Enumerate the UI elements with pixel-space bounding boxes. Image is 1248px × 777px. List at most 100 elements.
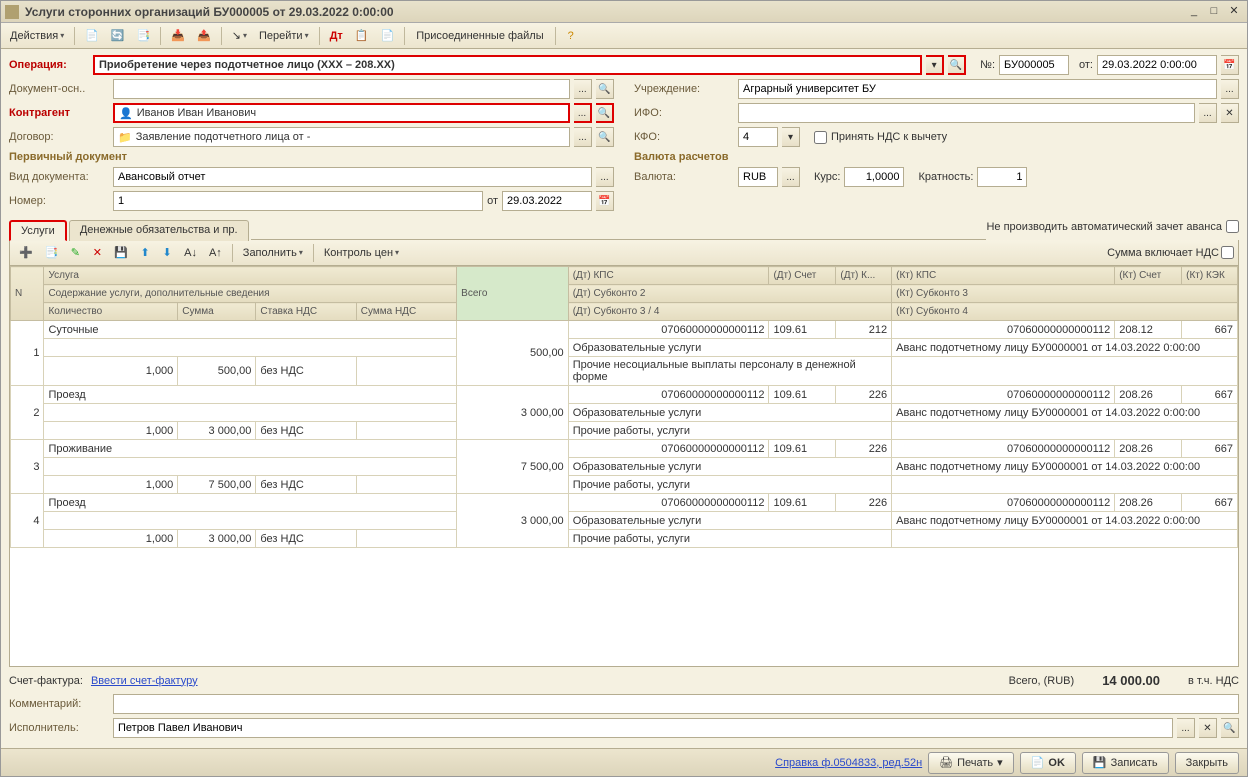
contract-field[interactable]: 📁 Заявление подотчетного лица от - (113, 127, 570, 147)
executor-search[interactable]: 🔍 (1221, 718, 1239, 738)
executor-lookup[interactable]: ... (1177, 718, 1195, 738)
invoice-link[interactable]: Ввести счет-фактуру (91, 675, 198, 687)
app-icon (5, 5, 19, 19)
tb-icon-2[interactable]: 🔄 (106, 26, 130, 46)
mult-field[interactable] (977, 167, 1027, 187)
tb-icon-9[interactable]: 📄 (376, 26, 400, 46)
tb-icon-7[interactable]: Дт (325, 26, 348, 46)
invoice-label: Счет-фактура: (9, 675, 83, 687)
move-up-icon[interactable]: ⬆ (135, 243, 155, 263)
institution-lookup[interactable]: ... (1221, 79, 1239, 99)
move-down-icon[interactable]: ⬇ (157, 243, 177, 263)
executor-clear[interactable]: ✕ (1199, 718, 1217, 738)
tb-icon-3[interactable]: 📑 (132, 26, 156, 46)
rate-label: Курс: (814, 171, 840, 183)
contractor-lookup[interactable]: ... (574, 103, 592, 123)
ifo-label: ИФО: (634, 107, 734, 119)
doc-osn-search[interactable]: 🔍 (596, 79, 614, 99)
num-field[interactable] (999, 55, 1069, 75)
currency-title: Валюта расчетов (634, 151, 1239, 163)
ifo-clear[interactable]: ✕ (1221, 103, 1239, 123)
number-field[interactable] (113, 191, 483, 211)
sum-includes-vat-label: Сумма включает НДС (1107, 247, 1219, 259)
institution-label: Учреждение: (634, 83, 734, 95)
attachments-link[interactable]: Присоединенные файлы (410, 30, 549, 42)
grid-toolbar: ➕ 📑 ✎ ✕ 💾 ⬆ ⬇ A↓ A↑ Заполнить▾ Контроль … (9, 240, 1239, 266)
kfo-dropdown[interactable]: ▾ (782, 127, 800, 147)
price-control-menu[interactable]: Контроль цен▾ (319, 243, 404, 263)
contractor-label: Контрагент (9, 107, 109, 119)
contractor-field[interactable]: 👤 Иванов Иван Иванович (113, 103, 570, 123)
tab-obligations[interactable]: Денежные обязательства и пр. (69, 220, 249, 241)
currency-label: Валюта: (634, 171, 734, 183)
sort-asc-icon[interactable]: A↓ (179, 243, 202, 263)
comment-label: Комментарий: (9, 698, 109, 710)
save-row-icon[interactable]: 💾 (109, 243, 133, 263)
add-row-icon[interactable]: ➕ (14, 243, 38, 263)
person-icon: 👤 (119, 107, 133, 120)
maximize-button[interactable]: □ (1205, 4, 1223, 20)
accept-vat-label: Принять НДС к вычету (831, 131, 947, 143)
accept-vat-checkbox[interactable] (814, 131, 827, 144)
delete-row-icon[interactable]: ✕ (87, 243, 107, 263)
operation-dropdown[interactable]: ▾ (926, 55, 944, 75)
total-value: 14 000.00 (1102, 673, 1160, 688)
statusbar: Справка ф.0504833, ред.52н 🖨 Печать ▾ 📄 … (1, 748, 1247, 776)
main-toolbar: Действия▾ 📄 🔄 📑 📥 📤 ↘▾ Перейти▾ Дт 📋 📄 П… (1, 23, 1247, 49)
doc-osn-field[interactable] (113, 79, 570, 99)
kfo-label: КФО: (634, 131, 734, 143)
rate-field[interactable] (844, 167, 904, 187)
sum-includes-vat-checkbox[interactable] (1221, 246, 1234, 259)
minimize-button[interactable]: _ (1185, 4, 1203, 20)
help-icon[interactable]: ? (561, 26, 581, 46)
institution-field[interactable] (738, 79, 1217, 99)
operation-lookup[interactable]: 🔍 (948, 55, 966, 75)
operation-field[interactable]: Приобретение через подотчетное лицо (XXX… (93, 55, 922, 75)
save-button[interactable]: 💾 Записать (1082, 752, 1169, 774)
doc-date-field[interactable] (502, 191, 592, 211)
doc-type-field[interactable] (113, 167, 592, 187)
comment-field[interactable] (113, 694, 1239, 714)
contractor-search[interactable]: 🔍 (596, 103, 614, 123)
mult-label: Кратность: (918, 171, 973, 183)
titlebar: Услуги сторонних организаций БУ000005 от… (1, 1, 1247, 23)
operation-label: Операция: (9, 59, 89, 71)
tb-icon-6[interactable]: ↘▾ (227, 26, 252, 46)
close-button[interactable]: ✕ (1225, 4, 1243, 20)
close-window-button[interactable]: Закрыть (1175, 752, 1239, 774)
contract-lookup[interactable]: ... (574, 127, 592, 147)
copy-row-icon[interactable]: 📑 (40, 243, 64, 263)
services-grid[interactable]: N Услуга Едини... Всего (Дт) КПС (Дт) Сч… (9, 266, 1239, 667)
ifo-lookup[interactable]: ... (1199, 103, 1217, 123)
date-picker-icon[interactable]: 📅 (1221, 55, 1239, 75)
date-field[interactable] (1097, 55, 1217, 75)
edit-row-icon[interactable]: ✎ (65, 243, 85, 263)
number-label: Номер: (9, 195, 109, 207)
executor-label: Исполнитель: (9, 722, 109, 734)
fill-menu[interactable]: Заполнить▾ (238, 243, 308, 263)
sort-desc-icon[interactable]: A↑ (204, 243, 227, 263)
primary-doc-title: Первичный документ (9, 151, 614, 163)
currency-lookup[interactable]: ... (782, 167, 800, 187)
ifo-field[interactable] (738, 103, 1195, 123)
doc-osn-lookup[interactable]: ... (574, 79, 592, 99)
tb-icon-1[interactable]: 📄 (80, 26, 104, 46)
ok-button[interactable]: 📄 OK (1020, 752, 1076, 774)
ref-link[interactable]: Справка ф.0504833, ред.52н (775, 757, 922, 769)
total-label: Всего, (RUB) (1009, 675, 1075, 687)
actions-menu[interactable]: Действия▾ (5, 26, 69, 46)
goto-menu[interactable]: Перейти▾ (254, 26, 314, 46)
window-title: Услуги сторонних организаций БУ000005 от… (25, 5, 1183, 19)
print-button[interactable]: 🖨 Печать ▾ (928, 752, 1014, 774)
kfo-field[interactable] (738, 127, 778, 147)
tb-icon-4[interactable]: 📥 (166, 26, 190, 46)
contract-search[interactable]: 🔍 (596, 127, 614, 147)
executor-field[interactable] (113, 718, 1173, 738)
tb-icon-8[interactable]: 📋 (350, 26, 374, 46)
tab-services[interactable]: Услуги (9, 220, 67, 241)
doc-type-lookup[interactable]: ... (596, 167, 614, 187)
tb-icon-5[interactable]: 📤 (192, 26, 216, 46)
no-auto-offset-checkbox[interactable] (1226, 220, 1239, 233)
doc-date-picker[interactable]: 📅 (596, 191, 614, 211)
currency-field[interactable] (738, 167, 778, 187)
